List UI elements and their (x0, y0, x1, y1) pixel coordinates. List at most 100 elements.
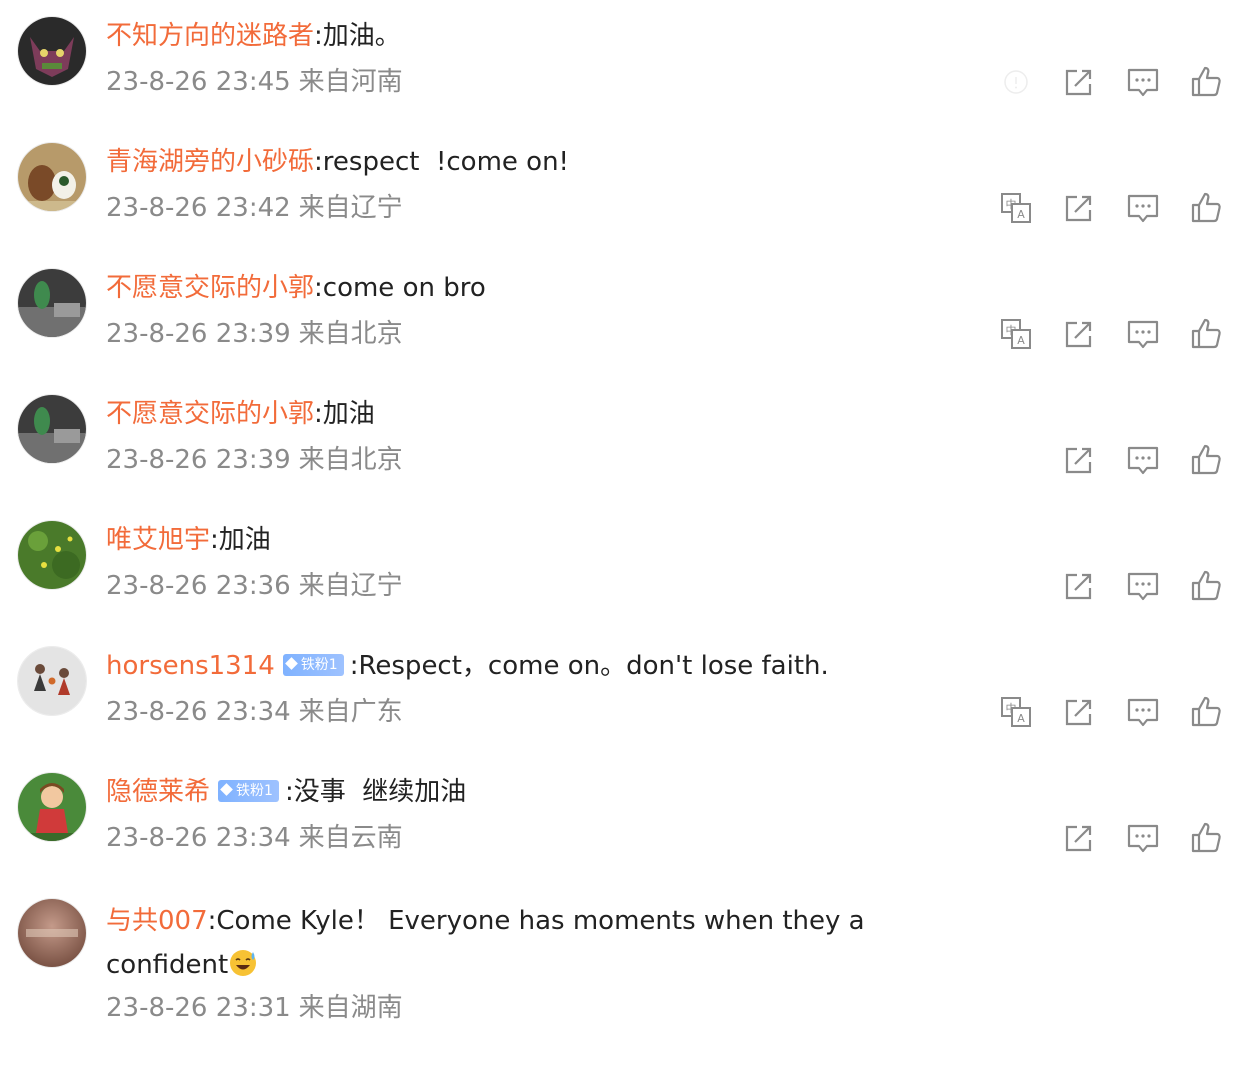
comment-line: 不知方向的迷路者:加油。 (106, 17, 401, 55)
fan-badge[interactable]: 铁粉1 (282, 653, 344, 676)
avatar[interactable] (18, 521, 86, 589)
thumbs-up-icon[interactable] (1188, 64, 1224, 100)
comment-location: 来自河南 (298, 67, 403, 97)
comment-line: 青海湖旁的小砂砾:respect !come on! (106, 143, 569, 181)
comment-icon[interactable] (1125, 568, 1161, 604)
comment-location: 来自广东 (298, 697, 403, 727)
thumbs-up-icon[interactable] (1188, 442, 1224, 478)
username-link[interactable]: 不愿意交际的小郭 (106, 273, 314, 303)
comment-line: horsens1314 铁粉1:Respect，come on。don't los… (106, 647, 829, 685)
thumbs-up-icon[interactable] (1188, 820, 1224, 856)
share-icon[interactable] (1061, 190, 1097, 226)
comment-line: 与共007:Come Kyle！ Everyone has moments wh… (106, 899, 866, 987)
avatar[interactable] (18, 269, 86, 337)
colon: : (314, 21, 323, 51)
comment-line-2: confident (106, 943, 866, 987)
comment-meta: 23-8-26 23:36 来自辽宁 (106, 567, 403, 605)
comment-icon[interactable] (1125, 64, 1161, 100)
comment-icon[interactable] (1125, 190, 1161, 226)
comment-actions: 中A (990, 694, 1230, 730)
comment-text: 加油。 (322, 21, 401, 51)
comment-location: 来自北京 (298, 445, 403, 475)
avatar[interactable] (18, 647, 86, 715)
comment-item: 不知方向的迷路者:加油。 23-8-26 23:45 来自河南 (0, 0, 1239, 126)
comment-time: 23-8-26 23:42 (106, 193, 291, 223)
comment-item: horsens1314 铁粉1:Respect，come on。don't los… (0, 630, 1239, 756)
avatar[interactable] (18, 17, 86, 85)
share-icon[interactable] (1061, 568, 1097, 604)
comment-meta: 23-8-26 23:39 来自北京 (106, 441, 403, 479)
comment-time: 23-8-26 23:39 (106, 319, 291, 349)
colon: : (314, 273, 323, 303)
username-link[interactable]: 不知方向的迷路者 (106, 21, 314, 51)
comment-line: 隐德莱希 铁粉1 :没事 继续加油 (106, 773, 466, 811)
comment-actions (990, 820, 1230, 856)
comment-text: Come Kyle！ Everyone has moments when the… (216, 906, 866, 936)
diamond-icon (220, 782, 233, 796)
username-link[interactable]: 不愿意交际的小郭 (106, 399, 314, 429)
svg-text:A: A (1017, 208, 1025, 221)
share-icon[interactable] (1061, 64, 1097, 100)
info-icon (998, 64, 1034, 100)
avatar[interactable] (18, 773, 86, 841)
username-link[interactable]: 青海湖旁的小砂砾 (106, 147, 314, 177)
fan-badge[interactable]: 铁粉1 (218, 779, 279, 802)
avatar[interactable] (18, 143, 86, 211)
comment-icon[interactable] (1125, 694, 1161, 730)
comment-list: 不知方向的迷路者:加油。 23-8-26 23:45 来自河南 青海湖旁的小砂砾… (0, 0, 1239, 1069)
comment-text-continued: confident (106, 950, 229, 980)
avatar[interactable] (18, 899, 86, 967)
comment-item: 不愿意交际的小郭:加油 23-8-26 23:39 来自北京 (0, 378, 1239, 504)
comment-line: 不愿意交际的小郭:加油 (106, 395, 375, 433)
thumbs-up-icon[interactable] (1188, 190, 1224, 226)
colon: : (314, 399, 323, 429)
comment-icon[interactable] (1125, 820, 1161, 856)
comment-actions (990, 568, 1230, 604)
comment-item: 与共007:Come Kyle！ Everyone has moments wh… (0, 882, 1239, 1052)
comment-icon[interactable] (1125, 442, 1161, 478)
fan-badge-label: 铁粉1 (300, 656, 338, 673)
share-icon[interactable] (1061, 694, 1097, 730)
comment-location: 来自辽宁 (298, 193, 403, 223)
username-link[interactable]: 隐德莱希 (106, 777, 210, 807)
username-link[interactable]: horsens1314 (106, 651, 275, 681)
comment-location: 来自湖南 (298, 993, 403, 1023)
comment-line: 唯艾旭宇:加油 (106, 521, 271, 559)
share-icon[interactable] (1061, 442, 1097, 478)
comment-item: 唯艾旭宇:加油 23-8-26 23:36 来自辽宁 (0, 504, 1239, 630)
svg-text:A: A (1017, 712, 1025, 725)
comment-time: 23-8-26 23:31 (106, 993, 291, 1023)
comment-text: 加油 (322, 399, 375, 429)
comment-text: come on bro (322, 273, 486, 303)
colon: : (210, 525, 219, 555)
comment-item: 隐德莱希 铁粉1:没事 继续加油 23-8-26 23:34 来自云南 (0, 756, 1239, 882)
grinning-sweat-emoji-icon (228, 948, 258, 978)
username-link[interactable]: 与共007 (106, 906, 208, 936)
translate-icon[interactable]: 中A (998, 190, 1034, 226)
comment-text: :没事 继续加油 (284, 777, 467, 807)
comment-text: respect !come on! (322, 147, 569, 177)
share-icon[interactable] (1061, 316, 1097, 352)
comment-icon[interactable] (1125, 316, 1161, 352)
diamond-icon (284, 656, 298, 670)
comment-line: 不愿意交际的小郭:come on bro (106, 269, 486, 307)
comment-location: 来自辽宁 (298, 571, 403, 601)
comment-text: 加油 (218, 525, 271, 555)
fan-badge-label: 铁粉1 (236, 782, 273, 799)
thumbs-up-icon[interactable] (1188, 694, 1224, 730)
comment-time: 23-8-26 23:34 (106, 697, 291, 727)
share-icon[interactable] (1061, 820, 1097, 856)
comment-meta: 23-8-26 23:31 来自湖南 (106, 989, 403, 1027)
comment-actions (990, 64, 1230, 100)
comment-time: 23-8-26 23:34 (106, 823, 291, 853)
comment-actions: 中A (990, 316, 1230, 352)
comment-actions: 中A (990, 190, 1230, 226)
translate-icon[interactable]: 中A (998, 694, 1034, 730)
avatar[interactable] (18, 395, 86, 463)
comment-time: 23-8-26 23:39 (106, 445, 291, 475)
thumbs-up-icon[interactable] (1188, 316, 1224, 352)
svg-text:A: A (1017, 334, 1025, 347)
translate-icon[interactable]: 中A (998, 316, 1034, 352)
thumbs-up-icon[interactable] (1188, 568, 1224, 604)
username-link[interactable]: 唯艾旭宇 (106, 525, 210, 555)
